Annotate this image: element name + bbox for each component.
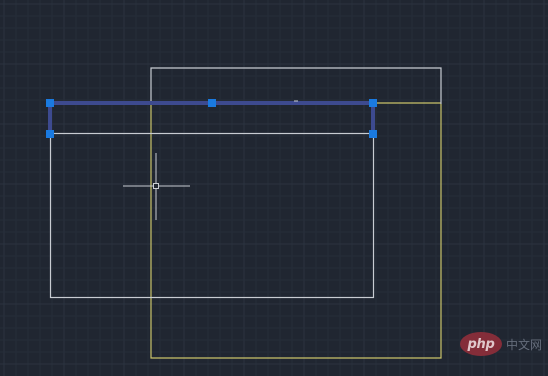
drawing-svg[interactable] — [0, 0, 548, 376]
front-rectangle[interactable] — [49, 132, 375, 299]
grip-bottom-right[interactable] — [369, 130, 377, 138]
back-rectangle-white-edge[interactable] — [150, 67, 442, 104]
grip-bottom-left[interactable] — [46, 130, 54, 138]
grid — [0, 0, 548, 376]
grip-top-mid[interactable] — [208, 99, 216, 107]
grip-top-right[interactable] — [369, 99, 377, 107]
php-logo: php — [459, 332, 502, 356]
grip-top-left[interactable] — [46, 99, 54, 107]
crosshair-cursor-icon — [123, 153, 190, 220]
watermark-label: 中文网 — [505, 337, 542, 352]
drawing-canvas[interactable]: php 中文网 — [0, 0, 548, 376]
watermark: php 中文网 — [459, 332, 542, 356]
selected-polyline[interactable] — [48, 101, 375, 134]
back-rectangle-yellow-edge[interactable] — [150, 104, 442, 359]
